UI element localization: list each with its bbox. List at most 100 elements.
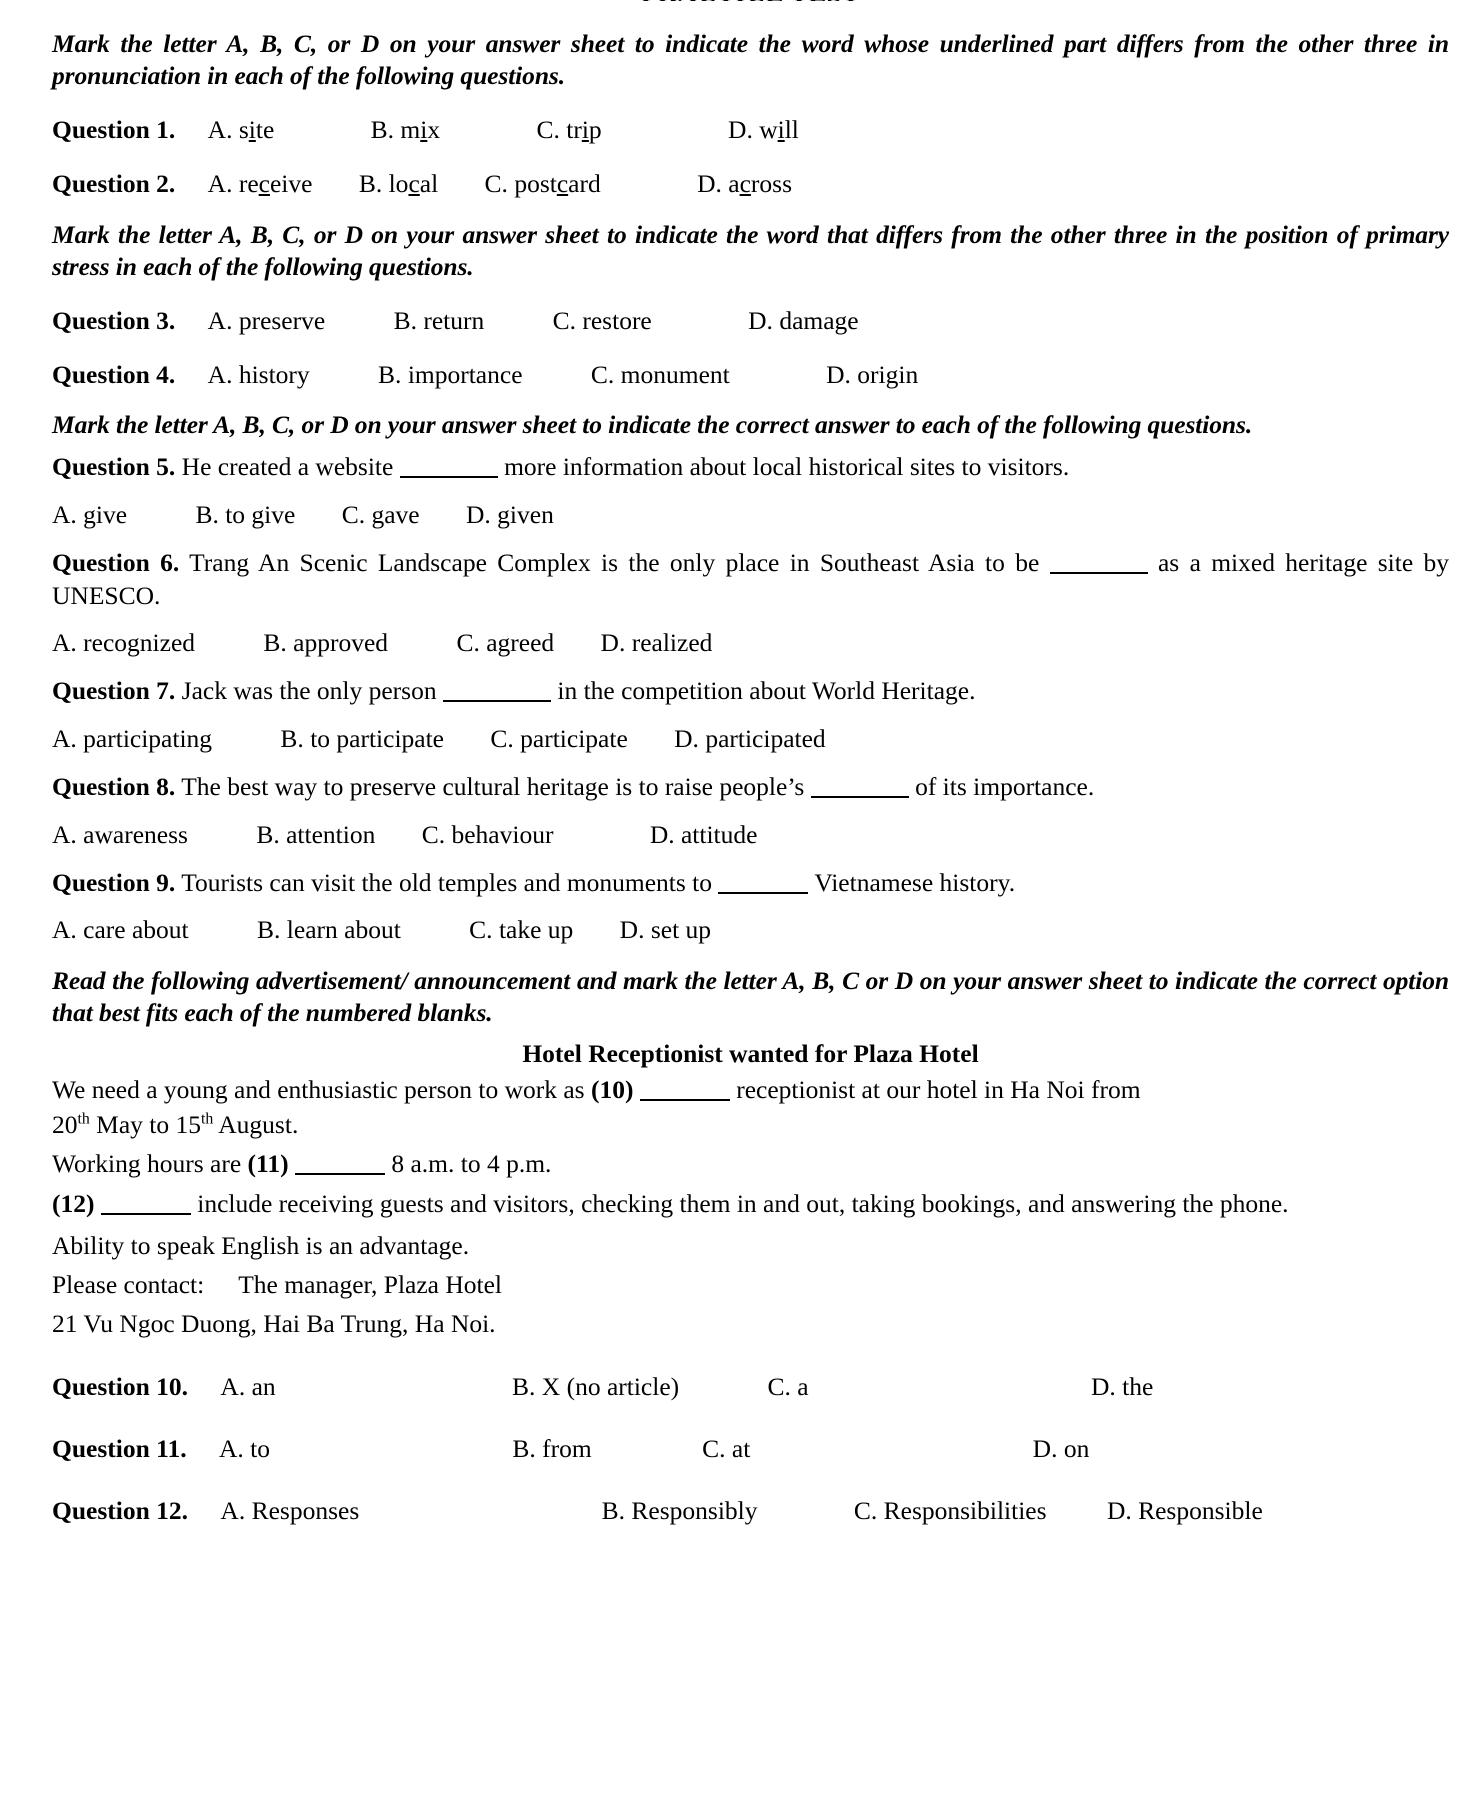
question-7-stem-after: in the competition about World Heritage. <box>557 676 976 706</box>
rubric-stress: Mark the letter A, B, C, or D on your an… <box>52 219 1449 281</box>
advertisement-line-5: Ability to speak English is an advantage… <box>52 1231 470 1261</box>
question-1-label: Question 1. <box>52 115 176 145</box>
question-5-option-a[interactable]: A. give <box>52 499 127 531</box>
option-text-pre: lo <box>388 169 409 199</box>
option-text: at <box>731 1433 751 1463</box>
question-2-option-b[interactable]: B. local <box>359 168 438 200</box>
option-text: Responsibilities <box>883 1495 1047 1525</box>
question-6-option-d[interactable]: D. realized <box>601 627 713 659</box>
question-8-stem-after: of its importance. <box>915 772 1095 801</box>
option-text: realized <box>631 628 713 658</box>
answer-blank[interactable] <box>810 772 909 798</box>
option-letter: B. <box>378 359 402 389</box>
question-4-option-d[interactable]: D. origin <box>826 359 918 391</box>
question-4-option-c[interactable]: C. monument <box>591 359 730 391</box>
option-text: monument <box>620 359 730 389</box>
option-letter: B. <box>263 628 287 658</box>
option-letter: A. <box>207 115 233 145</box>
option-letter: D. <box>1106 1495 1132 1525</box>
question-7-option-c[interactable]: C. participate <box>490 723 627 755</box>
question-12-option-a[interactable]: A. Responses <box>220 1495 359 1527</box>
question-4-option-a[interactable]: A. history <box>208 359 310 391</box>
option-text-pre: w <box>759 115 778 145</box>
ad-line2-end: August. <box>213 1109 299 1139</box>
question-9-option-d[interactable]: D. set up <box>620 914 711 946</box>
answer-blank[interactable] <box>639 1075 730 1101</box>
question-8-label: Question 8. <box>52 772 176 801</box>
question-8-option-b[interactable]: B. attention <box>256 819 375 851</box>
question-10-option-b[interactable]: B. X (no article) <box>512 1371 679 1403</box>
advertisement-line-2: 20th May to 15th August. <box>52 1108 1449 1141</box>
answer-blank[interactable] <box>442 676 551 703</box>
option-letter: B. <box>370 115 395 145</box>
question-4-option-b[interactable]: B. importance <box>378 359 522 391</box>
answer-blank[interactable] <box>399 452 498 479</box>
question-5-stem-after: more information about local historical … <box>504 452 1070 482</box>
question-10-option-d[interactable]: D. the <box>1091 1371 1153 1403</box>
question-9-option-c[interactable]: C. take up <box>469 914 573 946</box>
question-8-option-a[interactable]: A. awareness <box>52 819 188 851</box>
option-letter: A. <box>220 1495 246 1525</box>
question-12-option-b[interactable]: B. Responsibly <box>602 1495 758 1527</box>
advertisement-line-1: We need a young and enthusiastic person … <box>52 1073 1449 1106</box>
question-6-option-b[interactable]: B. approved <box>263 627 388 659</box>
question-5-stem: Question 5. He created a website more in… <box>52 451 1449 484</box>
option-letter: A. <box>52 915 77 945</box>
option-letter: B. <box>358 169 383 199</box>
question-3-option-c[interactable]: C. restore <box>553 305 652 337</box>
question-5-option-b[interactable]: B. to give <box>195 499 295 531</box>
question-1-option-b[interactable]: B. mix <box>371 114 440 146</box>
question-10-option-c[interactable]: C. a <box>768 1371 809 1403</box>
ad-line2-mid: May to <box>89 1109 176 1139</box>
question-3-option-a[interactable]: A. preserve <box>208 305 326 337</box>
question-3-option-b[interactable]: B. return <box>394 305 485 337</box>
question-5-option-c[interactable]: C. gave <box>342 499 420 531</box>
question-1-option-c[interactable]: C. trip <box>536 114 601 146</box>
answer-blank[interactable] <box>294 1149 385 1176</box>
question-6-option-a[interactable]: A. recognized <box>52 627 195 659</box>
option-letter: C. <box>853 1495 878 1525</box>
answer-blank[interactable] <box>718 868 809 894</box>
question-7-option-a[interactable]: A. participating <box>52 723 212 755</box>
question-2-option-d[interactable]: D. across <box>697 168 792 200</box>
question-11-option-a[interactable]: A. to <box>219 1433 270 1465</box>
option-text-post: al <box>419 169 439 199</box>
page-title: PRACTICE TEST <box>52 0 1449 1</box>
option-text-pre: post <box>514 169 557 199</box>
question-10-option-a[interactable]: A. an <box>220 1371 275 1403</box>
option-letter: D. <box>619 915 645 945</box>
question-1-option-d[interactable]: D. will <box>728 114 799 146</box>
question-10-label: Question 10. <box>52 1371 189 1401</box>
option-letter: C. <box>456 628 480 658</box>
option-text: a <box>797 1371 809 1401</box>
question-8-option-d[interactable]: D. attitude <box>650 819 758 851</box>
option-text: from <box>542 1433 592 1463</box>
question-9-option-a[interactable]: A. care about <box>52 914 189 946</box>
question-7-option-d[interactable]: D. participated <box>674 723 826 755</box>
answer-blank[interactable] <box>100 1189 191 1216</box>
option-text: Responsible <box>1138 1495 1263 1525</box>
question-11-option-c[interactable]: C. at <box>702 1433 750 1465</box>
question-6-option-c[interactable]: C. agreed <box>456 627 554 659</box>
question-7-option-b[interactable]: B. to participate <box>280 723 444 755</box>
option-text-pre: re <box>238 169 259 199</box>
option-text: given <box>497 499 554 529</box>
question-8-option-c[interactable]: C. behaviour <box>422 819 554 851</box>
question-11-option-b[interactable]: B. from <box>512 1433 591 1465</box>
answer-blank[interactable] <box>1049 548 1148 574</box>
question-2-option-a[interactable]: A. receive <box>208 168 313 200</box>
question-12-option-c[interactable]: C. Responsibilities <box>854 1495 1047 1527</box>
question-9-option-b[interactable]: B. learn about <box>257 914 401 946</box>
option-text: awareness <box>83 819 188 849</box>
option-letter: C. <box>552 305 576 335</box>
option-text: to give <box>225 499 296 529</box>
question-2-option-c[interactable]: C. postcard <box>485 168 601 200</box>
question-1-option-a[interactable]: A. site <box>208 114 275 146</box>
question-8-options: A. awareness B. attention C. behaviour D… <box>52 819 1449 851</box>
question-12-option-d[interactable]: D. Responsible <box>1107 1495 1263 1527</box>
question-3-option-d[interactable]: D. damage <box>748 305 858 337</box>
question-11-option-d[interactable]: D. on <box>1033 1433 1090 1465</box>
question-5-option-d[interactable]: D. given <box>466 499 554 531</box>
option-letter: C. <box>484 169 508 199</box>
practice-test-page: PRACTICE TEST Mark the letter A, B, C, o… <box>0 0 1477 1798</box>
